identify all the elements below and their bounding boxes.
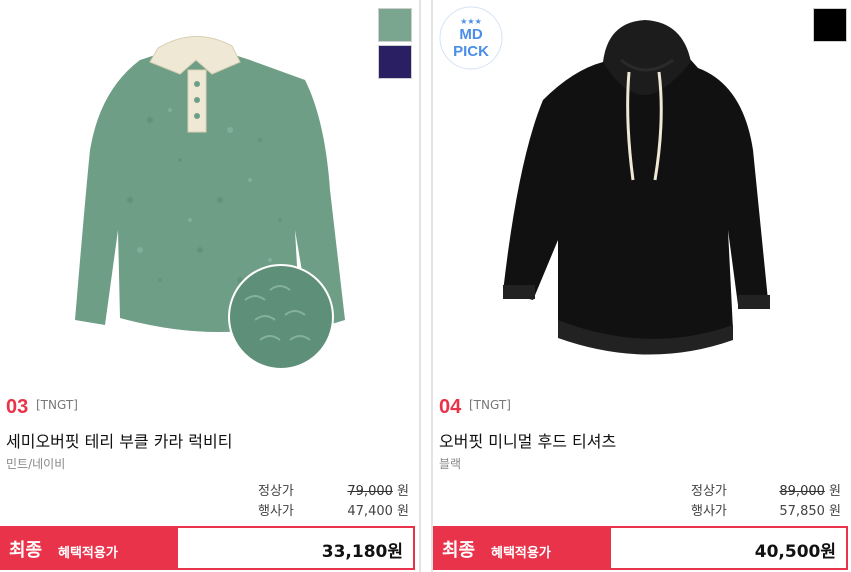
product-color: 블랙 xyxy=(439,457,462,471)
regular-price: 89,000 원 xyxy=(779,484,841,499)
product-rank: 04 xyxy=(439,396,462,418)
regular-price-row: 정상가 89,000 원 xyxy=(433,480,851,499)
final-price: 40,500원 xyxy=(754,542,836,562)
final-label: 최종 xyxy=(9,540,43,561)
regular-price-label: 정상가 xyxy=(691,484,727,499)
sale-price-label: 행사가 xyxy=(258,504,294,519)
product-image-rugby-tee[interactable] xyxy=(0,0,419,385)
product-name[interactable]: 세미오버핏 테리 부클 카라 럭비티 xyxy=(6,428,232,452)
color-swatch-navy[interactable] xyxy=(378,45,412,79)
final-price: 33,180원 xyxy=(321,542,403,562)
product-rank: 03 xyxy=(6,396,29,418)
color-swatch-mint[interactable] xyxy=(378,8,412,42)
sale-price: 47,400 원 xyxy=(347,504,409,519)
product-brand: [TNGT] xyxy=(36,398,78,412)
sale-price-row: 행사가 57,850 원 xyxy=(433,500,851,519)
final-label: 최종 xyxy=(442,540,476,561)
svg-text:★★★: ★★★ xyxy=(460,17,482,26)
product-card-03[interactable]: 03 [TNGT] 세미오버핏 테리 부클 카라 럭비티 민트/네이비 정상가 … xyxy=(0,0,421,572)
sale-price-row: 행사가 47,400 원 xyxy=(0,500,421,519)
product-card-04[interactable]: ★★★ MD PICK 04 [TNGT] 오버핏 미니멀 후드 티셔츠 블랙 … xyxy=(431,0,851,572)
final-price-box: 40,500원 xyxy=(611,528,846,568)
regular-price-label: 정상가 xyxy=(258,484,294,499)
sale-price-label: 행사가 xyxy=(691,504,727,519)
final-price-bar[interactable]: 최종 혜택적용가 40,500원 xyxy=(433,526,848,570)
regular-price: 79,000 원 xyxy=(347,484,409,499)
regular-price-row: 정상가 79,000 원 xyxy=(0,480,421,499)
final-price-bar[interactable]: 최종 혜택적용가 33,180원 xyxy=(0,526,415,570)
svg-text:MD: MD xyxy=(459,26,482,43)
product-color: 민트/네이비 xyxy=(6,457,66,471)
final-sub-label: 혜택적용가 xyxy=(491,546,551,561)
product-brand: [TNGT] xyxy=(469,398,511,412)
svg-text:PICK: PICK xyxy=(453,43,489,60)
final-sub-label: 혜택적용가 xyxy=(58,546,118,561)
final-price-box: 33,180원 xyxy=(178,528,413,568)
product-name[interactable]: 오버핏 미니멀 후드 티셔츠 xyxy=(439,428,616,452)
color-swatch-black[interactable] xyxy=(813,8,847,42)
md-pick-badge: ★★★ MD PICK xyxy=(439,6,503,70)
sale-price: 57,850 원 xyxy=(779,504,841,519)
